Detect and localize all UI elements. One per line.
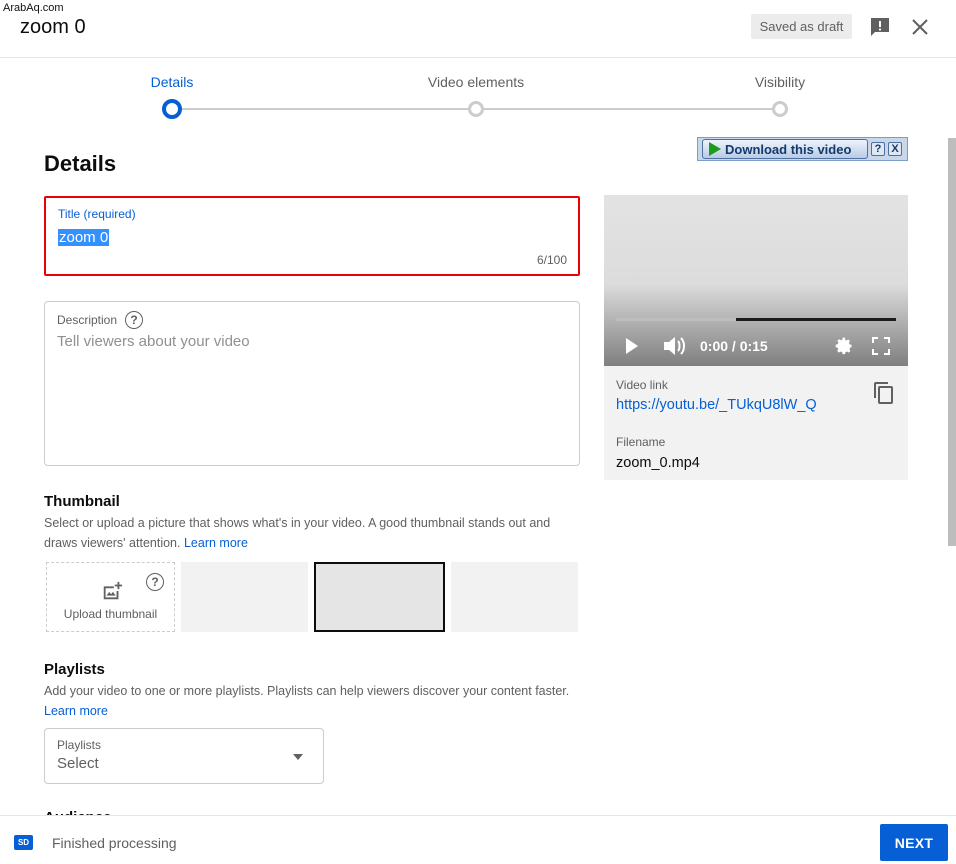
title-field-label: Title (required) — [58, 207, 136, 221]
next-section-heading-cutoff: Audience — [44, 808, 112, 815]
playlists-description: Add your video to one or more playlists.… — [44, 681, 584, 721]
close-icon[interactable] — [908, 15, 932, 39]
help-icon[interactable]: ? — [125, 311, 144, 329]
step-dot-visibility[interactable] — [772, 101, 788, 117]
download-toolbar: Download this video ? X — [697, 137, 908, 161]
next-button[interactable]: NEXT — [880, 824, 948, 861]
description-label-row: Description ? — [57, 311, 144, 329]
fullscreen-icon[interactable] — [872, 337, 890, 355]
volume-icon[interactable] — [662, 335, 686, 357]
filename-label: Filename — [616, 435, 666, 449]
video-progress-bar[interactable] — [616, 318, 896, 321]
step-label: Video elements — [427, 74, 525, 90]
dialog-title: zoom 0 — [20, 16, 86, 38]
stepper-line — [180, 108, 468, 110]
help-icon[interactable]: ? — [146, 573, 164, 591]
scrollbar-thumb[interactable] — [948, 138, 956, 546]
playlists-description-text: Add your video to one or more playlists.… — [44, 684, 570, 698]
feedback-icon[interactable] — [868, 15, 892, 39]
step-label: Visibility — [754, 74, 806, 90]
playlists-learn-more-link[interactable]: Learn more — [44, 704, 108, 718]
description-label: Description — [57, 313, 118, 327]
description-field[interactable]: Description ? Tell viewers about your vi… — [44, 301, 580, 466]
playlist-dropdown-value: Select — [57, 755, 99, 772]
playlist-dropdown[interactable]: Playlists Select — [44, 728, 324, 784]
details-heading: Details — [44, 151, 117, 176]
step-dot-details[interactable] — [162, 99, 182, 119]
video-player[interactable]: 0:00 / 0:15 — [604, 195, 908, 366]
thumbnail-option-selected[interactable] — [314, 562, 445, 632]
processing-status: Finished processing — [52, 835, 177, 851]
playlist-dropdown-label: Playlists — [57, 738, 102, 752]
thumbnail-option[interactable] — [451, 562, 578, 632]
download-button-label: Download this video — [725, 141, 852, 157]
playlists-heading: Playlists — [44, 661, 105, 678]
title-char-counter: 6/100 — [536, 253, 567, 267]
download-help-button[interactable]: ? — [871, 142, 885, 156]
download-video-button[interactable]: Download this video — [702, 139, 868, 159]
sd-quality-badge: SD — [14, 835, 33, 850]
add-photo-icon — [103, 581, 123, 600]
step-dot-video-elements[interactable] — [468, 101, 484, 117]
thumbnail-option[interactable] — [181, 562, 308, 632]
video-preview-card: 0:00 / 0:15 Video link https://youtu.be/… — [604, 195, 908, 480]
thumbnail-heading: Thumbnail — [44, 493, 120, 510]
draft-status-badge: Saved as draft — [751, 14, 852, 39]
video-link[interactable]: https://youtu.be/_TUkqU8lW_Q — [616, 397, 817, 413]
download-close-button[interactable]: X — [888, 142, 902, 156]
upload-thumbnail-label: Upload thumbnail — [63, 607, 158, 621]
dialog-footer: SD Finished processing NEXT — [0, 815, 956, 864]
settings-gear-icon[interactable] — [834, 336, 854, 356]
stepper-line — [484, 108, 772, 110]
thumbnail-learn-more-link[interactable]: Learn more — [184, 536, 248, 550]
step-video-elements[interactable]: Video elements — [416, 74, 536, 90]
thumbnail-description-text: Select or upload a picture that shows wh… — [44, 516, 551, 550]
copy-icon[interactable] — [872, 381, 896, 405]
title-input[interactable]: zoom 0 — [58, 229, 110, 246]
thumbnail-description: Select or upload a picture that shows wh… — [44, 513, 584, 553]
video-progress-loaded — [736, 318, 896, 321]
video-time-display: 0:00 / 0:15 — [700, 338, 768, 354]
play-icon[interactable] — [624, 337, 640, 355]
dialog-header: zoom 0 Saved as draft — [0, 0, 956, 58]
step-visibility[interactable]: Visibility — [740, 74, 820, 90]
step-details[interactable]: Details — [142, 74, 202, 90]
description-input[interactable]: Tell viewers about your video — [57, 333, 250, 350]
play-icon — [709, 142, 721, 156]
filename-value: zoom_0.mp4 — [616, 455, 700, 471]
title-field[interactable]: Title (required) zoom 0 6/100 — [44, 196, 580, 276]
caret-down-icon — [293, 754, 303, 760]
upload-thumbnail-button[interactable]: ? Upload thumbnail — [46, 562, 175, 632]
step-label: Details — [150, 74, 194, 90]
video-link-label: Video link — [616, 378, 668, 392]
